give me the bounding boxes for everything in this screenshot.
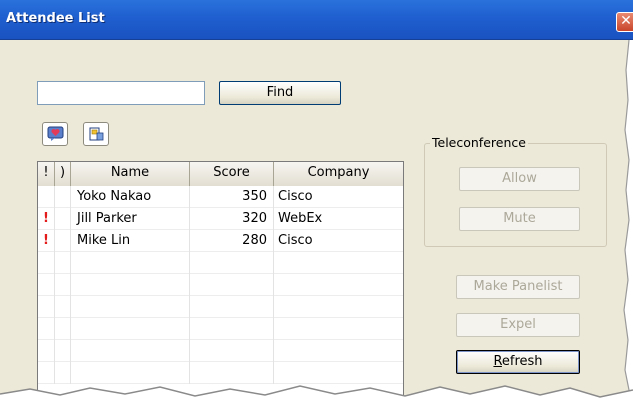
chat-heart-icon	[47, 126, 64, 141]
table-row[interactable]: Yoko Nakao 350 Cisco	[38, 186, 403, 208]
close-icon: ✕	[620, 13, 632, 29]
presenter-icon	[89, 127, 104, 141]
name-cell: Jill Parker	[71, 208, 190, 230]
column-header-attention[interactable]: !	[38, 162, 55, 186]
company-cell: Cisco	[278, 189, 313, 204]
score-cell: 280	[190, 230, 274, 252]
find-button[interactable]: Find	[219, 81, 341, 105]
make-panelist-button[interactable]: Make Panelist	[456, 275, 580, 299]
mute-button[interactable]: Mute	[459, 207, 580, 231]
refresh-button[interactable]: Refresh	[456, 350, 580, 374]
score-cell: 350	[190, 186, 274, 208]
attention-flag	[38, 186, 55, 208]
attendee-list-dialog: Attendee List ✕ Find ! ) Name Score Comp…	[0, 0, 633, 413]
company-cell: WebEx	[278, 211, 323, 226]
empty-row	[38, 318, 403, 340]
title-bar[interactable]: Attendee List ✕	[0, 0, 633, 40]
search-input[interactable]	[37, 81, 205, 105]
close-button[interactable]: ✕	[616, 12, 633, 32]
status-cell	[55, 230, 71, 252]
expel-button[interactable]: Expel	[456, 313, 580, 337]
table-row[interactable]: ! Jill Parker 320 WebEx	[38, 208, 403, 230]
refresh-label: efresh	[501, 354, 543, 369]
chat-button[interactable]	[42, 122, 68, 146]
teleconference-legend: Teleconference	[430, 135, 528, 150]
name-cell: Yoko Nakao	[71, 186, 190, 208]
torn-edge-right	[623, 40, 633, 413]
attention-flag: !	[38, 208, 55, 230]
allow-button[interactable]: Allow	[459, 167, 580, 191]
refresh-mnemonic: R	[493, 354, 502, 369]
empty-row	[38, 274, 403, 296]
attention-flag: !	[38, 230, 55, 252]
empty-row	[38, 340, 403, 362]
status-cell	[55, 186, 71, 208]
table-header: ! ) Name Score Company	[38, 162, 403, 186]
column-header-name[interactable]: Name	[71, 162, 190, 186]
status-cell	[55, 208, 71, 230]
empty-row	[38, 252, 403, 274]
table-row[interactable]: ! Mike Lin 280 Cisco	[38, 230, 403, 252]
presenter-button[interactable]	[83, 122, 109, 146]
name-cell: Mike Lin	[71, 230, 190, 252]
company-cell: Cisco	[278, 233, 313, 248]
column-header-score[interactable]: Score	[190, 162, 274, 186]
table-body: Yoko Nakao 350 Cisco ! Jill Parker 320 W…	[38, 186, 403, 384]
teleconference-group: Teleconference	[424, 135, 607, 247]
empty-row	[38, 296, 403, 318]
column-header-company[interactable]: Company	[274, 162, 403, 186]
column-header-status[interactable]: )	[55, 162, 71, 186]
score-cell: 320	[190, 208, 274, 230]
window-title: Attendee List	[6, 11, 105, 26]
torn-edge-bottom	[0, 385, 633, 413]
